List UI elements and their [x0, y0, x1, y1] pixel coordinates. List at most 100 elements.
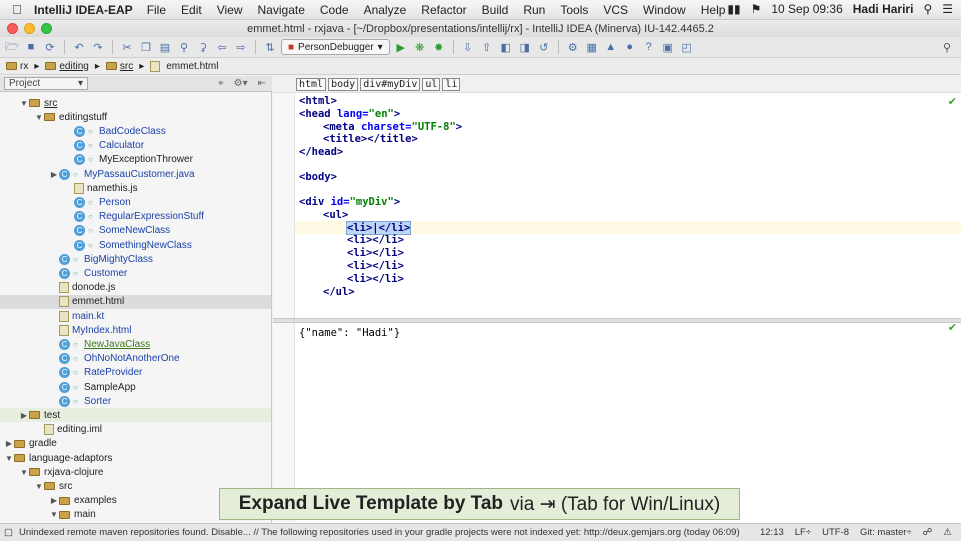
replace-icon[interactable]: ⚳	[195, 40, 211, 55]
project-structure-icon[interactable]: ▦	[584, 40, 600, 55]
expanded-arrow-icon[interactable]: ▼	[34, 482, 44, 491]
tree-item[interactable]: ▶ C ○ MyPassauCustomer.java	[0, 167, 271, 181]
gear-icon[interactable]: ⚙▾	[234, 78, 248, 89]
tree-item[interactable]: namethis.js	[0, 181, 271, 195]
tree-item[interactable]: C ○ OhNoNotAnotherOne	[0, 352, 271, 366]
spotlight-search-icon[interactable]: ⚲	[923, 2, 932, 16]
cut-icon[interactable]: ✂	[119, 40, 135, 55]
caret-position[interactable]: 12:13	[760, 527, 784, 538]
collapsed-arrow-icon[interactable]: ▶	[19, 411, 29, 420]
editor-gutter[interactable]	[273, 93, 295, 523]
expanded-arrow-icon[interactable]: ▼	[34, 113, 44, 122]
tool-windows-icon[interactable]: ▢	[4, 527, 13, 538]
clock[interactable]: 10 Sep 09:36	[771, 2, 842, 16]
menu-file[interactable]: File	[147, 3, 166, 17]
live-template-selection[interactable]: <li>|</li>	[345, 221, 412, 235]
file-encoding[interactable]: UTF-8	[822, 527, 849, 538]
paste-icon[interactable]: ▤	[157, 40, 173, 55]
breadcrumb-item[interactable]: emmet.html	[150, 60, 218, 72]
sdk-manager-icon[interactable]: ▲	[603, 40, 619, 55]
tree-item[interactable]: ▼ language-adaptors	[0, 451, 271, 465]
editor-pane[interactable]: html body div#myDiv ul li <html> <head l…	[273, 76, 961, 523]
vcs-commit-icon[interactable]: ⇧	[479, 40, 495, 55]
menu-analyze[interactable]: Analyze	[364, 3, 407, 17]
copy-icon[interactable]: ❐	[138, 40, 154, 55]
tree-item[interactable]: C ○ Customer	[0, 266, 271, 280]
back-icon[interactable]: ⇦	[214, 40, 230, 55]
vcs-update-icon[interactable]: ⇩	[460, 40, 476, 55]
tree-item[interactable]: MyIndex.html	[0, 323, 271, 337]
tag-chip-body[interactable]: body	[328, 77, 359, 91]
minimize-window-icon[interactable]	[24, 23, 35, 34]
undo-icon[interactable]: ↶	[71, 40, 87, 55]
settings-icon[interactable]: ⚙	[565, 40, 581, 55]
tree-item[interactable]: donode.js	[0, 281, 271, 295]
expanded-arrow-icon[interactable]: ▼	[19, 99, 29, 108]
open-folder-icon[interactable]: 🗁	[4, 40, 20, 55]
tree-item[interactable]: ▼ editingstuff	[0, 110, 271, 124]
presentation-icon[interactable]: ▣	[660, 40, 676, 55]
code-line[interactable]: <div id="myDiv">	[299, 196, 400, 209]
expanded-arrow-icon[interactable]: ▼	[4, 454, 14, 463]
tree-item[interactable]: ▶ gradle	[0, 437, 271, 451]
tree-item[interactable]: C ○ SomethingNewClass	[0, 238, 271, 252]
status-message[interactable]: Unindexed remote maven repositories foun…	[19, 527, 754, 538]
menu-edit[interactable]: Edit	[181, 3, 202, 17]
code-line[interactable]: <li></li>	[347, 234, 404, 247]
code-line[interactable]: <body>	[299, 171, 337, 184]
expanded-arrow-icon[interactable]: ▼	[49, 510, 59, 519]
menu-help[interactable]: Help	[701, 3, 726, 17]
menu-code[interactable]: Code	[320, 3, 349, 17]
app-menu[interactable]: IntelliJ IDEA-EAP	[34, 3, 133, 17]
code-line[interactable]: <li></li>	[347, 247, 404, 260]
tree-item[interactable]: C ○ Person	[0, 195, 271, 209]
tree-item[interactable]: ▶ test	[0, 408, 271, 423]
line-separator[interactable]: LF÷	[795, 527, 811, 538]
menu-vcs[interactable]: VCS	[603, 3, 628, 17]
build-icon[interactable]: ⇅	[262, 40, 278, 55]
tree-item[interactable]: C ○ BadCodeClass	[0, 124, 271, 138]
forward-icon[interactable]: ⇨	[233, 40, 249, 55]
breadcrumb-item[interactable]: rx	[6, 61, 28, 72]
event-log-icon[interactable]: ⚠	[943, 527, 952, 538]
synchronize-icon[interactable]: ⟳	[42, 40, 58, 55]
menu-navigate[interactable]: Navigate	[258, 3, 305, 17]
user-name[interactable]: Hadi Hariri	[853, 2, 914, 16]
inspection-ok-icon[interactable]: ✔	[948, 95, 957, 108]
run-configuration-select[interactable]: ■ PersonDebugger ▾	[281, 39, 390, 55]
collapsed-arrow-icon[interactable]: ▶	[4, 439, 14, 448]
tree-item[interactable]: C ○ SomeNewClass	[0, 224, 271, 238]
inspection-ok-icon[interactable]: ✔	[948, 321, 957, 334]
save-all-icon[interactable]: ■	[23, 40, 39, 55]
redo-icon[interactable]: ↷	[90, 40, 106, 55]
tree-item[interactable]: ▼ rxjava-clojure	[0, 465, 271, 479]
apple-icon[interactable]: 	[0, 2, 34, 17]
scratch-line[interactable]: {"name": "Hadi"}	[299, 327, 400, 339]
tree-item[interactable]: C ○ RegularExpressionStuff	[0, 210, 271, 224]
tree-item[interactable]: C ○ BigMightyClass	[0, 252, 271, 266]
menu-build[interactable]: Build	[482, 3, 509, 17]
find-icon[interactable]: ⚲	[176, 40, 192, 55]
debug-icon[interactable]: ❋	[412, 40, 428, 55]
menu-window[interactable]: Window	[643, 3, 686, 17]
code-line[interactable]: <head lang="en">	[299, 108, 400, 121]
collapsed-arrow-icon[interactable]: ▶	[49, 496, 59, 505]
code-line[interactable]: </ul>	[323, 286, 355, 299]
zoom-window-icon[interactable]	[41, 23, 52, 34]
tree-item[interactable]: C ○ RateProvider	[0, 366, 271, 380]
editor-splitter[interactable]	[273, 318, 961, 323]
help-icon[interactable]: ?	[641, 40, 657, 55]
notification-list-icon[interactable]: ☰	[942, 2, 953, 16]
code-line[interactable]: <li></li>	[347, 260, 404, 273]
code-line[interactable]: <li></li>	[347, 273, 404, 286]
vcs-revert-icon[interactable]: ↺	[536, 40, 552, 55]
flag-icon[interactable]: ⚑	[751, 2, 762, 16]
tag-chip-li[interactable]: li	[442, 77, 461, 91]
menu-tools[interactable]: Tools	[560, 3, 588, 17]
code-line[interactable]: </head>	[299, 146, 343, 159]
menu-refactor[interactable]: Refactor	[421, 3, 466, 17]
tree-item[interactable]: C ○ NewJavaClass	[0, 337, 271, 351]
vcs-branch[interactable]: Git: master÷	[860, 527, 912, 538]
collapsed-arrow-icon[interactable]: ▶	[49, 170, 59, 179]
menu-run[interactable]: Run	[523, 3, 545, 17]
